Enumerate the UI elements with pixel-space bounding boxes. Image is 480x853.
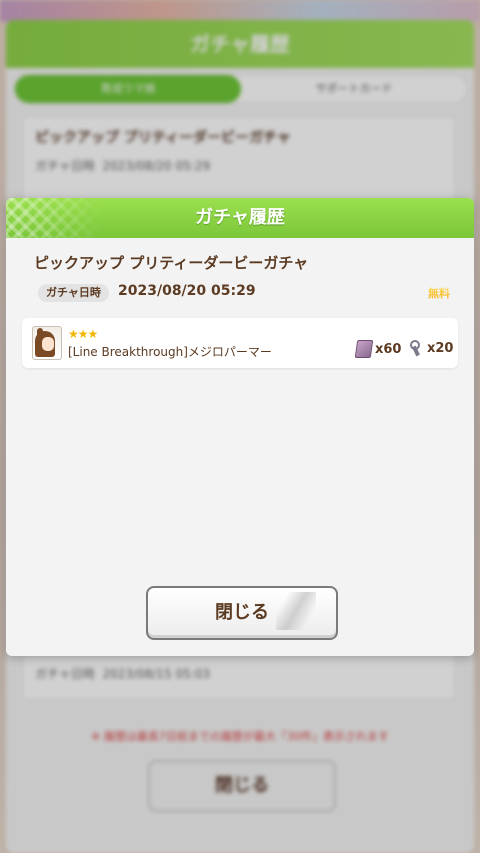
card-avatar [32,326,62,360]
reward-pieces: x60 [354,340,402,358]
card-name: [Line Breakthrough]メジロパーマー [68,345,272,359]
dialog-title: ガチャ履歴 [195,207,285,228]
avatar-face [42,337,54,351]
key-icon [408,340,424,356]
gacha-history-dialog: ガチャ履歴 ピックアップ プリティーダービーガチャ ガチャ日時 2023/08/… [6,198,474,656]
date-row: ガチャ日時 2023/08/20 05:29 無料 [22,283,458,303]
close-button[interactable]: 閉じる [146,586,338,640]
star-rating: ★★★ [68,327,98,341]
close-button-label: 閉じる [215,602,269,623]
dialog-content: ピックアップ プリティーダービーガチャ ガチャ日時 2023/08/20 05:… [22,252,458,303]
reward-amount: x60 [375,341,402,357]
memory-piece-icon [354,340,374,358]
date-label: ガチャ日時 [38,284,109,302]
result-row: ★★★ [Line Breakthrough]メジロパーマー x60 x20 [22,318,458,368]
reward-keys: x20 [408,340,453,356]
free-badge: 無料 [428,287,450,300]
date-value: 2023/08/20 05:29 [118,283,256,299]
gacha-name: ピックアップ プリティーダービーガチャ [34,254,309,272]
dialog-header: ガチャ履歴 [6,198,474,238]
reward-amount: x20 [427,340,454,356]
